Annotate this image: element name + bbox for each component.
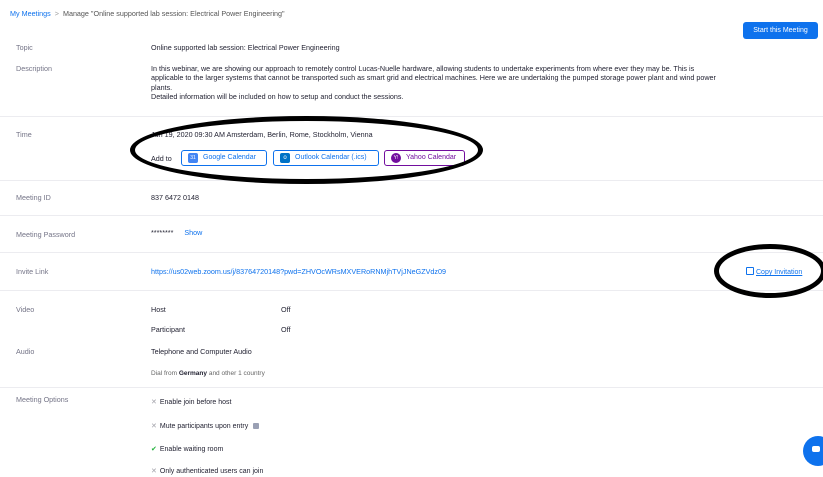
option-authenticated-users: ✕ Only authenticated users can join: [151, 467, 263, 475]
breadcrumb-my-meetings-link[interactable]: My Meetings: [10, 9, 51, 18]
breadcrumb-separator: >: [54, 9, 59, 18]
dial-in-info: Dial from Germany and other 1 country: [151, 370, 265, 377]
dial-country: Germany: [178, 370, 208, 377]
meeting-password-label: Meeting Password: [16, 230, 76, 239]
chat-widget-button[interactable]: [803, 436, 823, 466]
description-paragraph: Detailed information will be included on…: [151, 92, 404, 102]
meeting-id-label: Meeting ID: [16, 193, 51, 202]
description-label: Description: [16, 64, 52, 73]
option-label: Only authenticated users can join: [159, 468, 264, 475]
divider: [0, 116, 823, 117]
meeting-password-value: ********: [151, 228, 174, 237]
option-label: Mute participants upon entry: [159, 423, 249, 430]
option-mute-upon-entry: ✕ Mute participants upon entry: [151, 422, 260, 430]
option-label: Enable waiting room: [159, 446, 224, 453]
divider: [0, 215, 823, 216]
dial-prefix: Dial from: [151, 370, 178, 377]
divider: [0, 387, 823, 388]
option-waiting-room: ✔ Enable waiting room: [151, 445, 223, 453]
enabled-check-icon: ✔: [151, 446, 157, 453]
option-join-before-host: ✕ Enable join before host: [151, 398, 231, 406]
invite-link-url[interactable]: https://us02web.zoom.us/j/83764720148?pw…: [151, 267, 446, 276]
time-label: Time: [16, 130, 32, 139]
video-label: Video: [16, 305, 35, 314]
video-host-value: Off: [281, 305, 291, 314]
annotation-ellipse-copy-invitation: [714, 244, 823, 298]
meeting-id-value: 837 6472 0148: [151, 193, 199, 202]
video-participant-label: Participant: [151, 325, 185, 334]
option-label: Enable join before host: [159, 399, 232, 406]
meeting-password-row: ******** Show: [151, 228, 202, 237]
start-meeting-button[interactable]: Start this Meeting: [743, 22, 818, 39]
description-text: In this webinar, we are showing our appr…: [151, 64, 726, 102]
disabled-x-icon: ✕: [151, 399, 157, 406]
video-host-label: Host: [151, 305, 166, 314]
info-icon[interactable]: [253, 423, 260, 429]
invite-link-label: Invite Link: [16, 267, 49, 276]
disabled-x-icon: ✕: [151, 423, 157, 430]
audio-label: Audio: [16, 347, 35, 356]
dial-suffix: and other 1 country: [208, 370, 265, 377]
breadcrumb: My Meetings > Manage "Online supported lab…: [10, 9, 285, 18]
disabled-x-icon: ✕: [151, 468, 157, 475]
topic-label: Topic: [16, 43, 33, 52]
description-paragraph: In this webinar, we are showing our appr…: [151, 64, 716, 92]
meeting-options-label: Meeting Options: [16, 395, 69, 404]
divider: [0, 252, 823, 253]
divider: [0, 290, 823, 291]
video-participant-value: Off: [281, 325, 291, 334]
annotation-ellipse-time: [130, 116, 483, 184]
audio-value: Telephone and Computer Audio: [151, 347, 252, 356]
divider: [0, 180, 823, 181]
breadcrumb-current: Manage "Online supported lab session: El…: [62, 9, 285, 18]
chat-bubble-icon: [812, 446, 820, 452]
show-password-link[interactable]: Show: [184, 228, 202, 237]
topic-value: Online supported lab session: Electrical…: [151, 43, 340, 52]
